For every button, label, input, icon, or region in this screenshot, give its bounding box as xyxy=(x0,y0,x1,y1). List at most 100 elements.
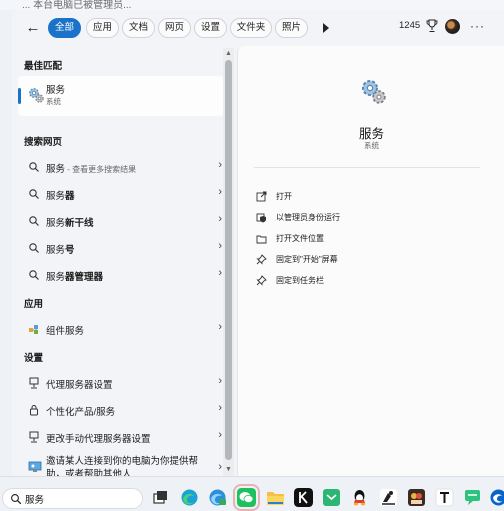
chevron-right-icon[interactable]: › xyxy=(218,321,222,333)
web-result-prefix: 服务 xyxy=(46,272,66,283)
app-skate-icon[interactable] xyxy=(379,488,398,507)
scroll-up-icon[interactable]: ▲ xyxy=(225,50,232,58)
app-label: 组件服务 xyxy=(46,326,85,337)
web-result-item[interactable]: 服务号 › xyxy=(18,237,224,259)
settings-label: 更改手动代理服务器设置 xyxy=(46,434,151,445)
divider xyxy=(254,167,480,168)
detail-pane: 服务 系统 打开 以管理员身份运行 打开文件位置 固定到"开始"屏幕 固定到任务… xyxy=(237,46,504,476)
search-panel: ← 全部 应用 文档 网页 设置 文件夹 照片 1245 ··· 最佳匹配 服务 xyxy=(12,10,504,476)
web-result-suffix: - 查看更多搜索结果 xyxy=(65,165,137,174)
chat-icon[interactable] xyxy=(463,488,482,507)
trophy-icon[interactable] xyxy=(426,19,438,33)
best-match-item[interactable]: 服务 系统 xyxy=(18,76,224,116)
settings-item[interactable]: 代理服务器设置 › xyxy=(18,372,224,394)
task-view-icon[interactable] xyxy=(151,488,170,507)
chevron-right-icon[interactable]: › xyxy=(218,461,222,473)
web-result-item[interactable]: 服务器管理器 › xyxy=(18,264,224,286)
settings-item[interactable]: 更改手动代理服务器设置 › xyxy=(18,426,224,448)
typora-icon[interactable] xyxy=(435,488,454,507)
remote-assist-icon xyxy=(28,461,42,472)
app-game-icon[interactable] xyxy=(407,488,426,507)
background-text: ... 本台电脑已被管理员... xyxy=(22,0,132,10)
edge-beta-icon[interactable] xyxy=(208,488,227,507)
chevron-right-icon[interactable]: › xyxy=(218,429,222,441)
tab-web[interactable]: 网页 xyxy=(158,18,191,38)
action-open[interactable]: 打开 xyxy=(256,188,476,206)
taskbar xyxy=(0,476,504,511)
qq-icon[interactable] xyxy=(350,488,369,507)
edge-icon[interactable] xyxy=(180,488,199,507)
back-button[interactable]: ← xyxy=(22,18,44,38)
app-edge-icon[interactable] xyxy=(489,488,504,507)
action-run-as-admin[interactable]: 以管理员身份运行 xyxy=(256,209,476,227)
apps-header: 应用 xyxy=(24,299,44,310)
tab-apps[interactable]: 应用 xyxy=(86,18,119,38)
web-result-bold: 器管理器 xyxy=(65,272,104,283)
web-result-prefix: 服务 xyxy=(46,164,66,175)
tab-folders[interactable]: 文件夹 xyxy=(230,18,272,38)
services-gear-icon xyxy=(362,80,386,104)
chevron-right-icon[interactable]: › xyxy=(218,159,222,171)
chevron-right-icon[interactable]: › xyxy=(218,267,222,279)
pin-icon xyxy=(256,275,267,286)
settings-label: 邀请某人连接到你的电脑为你提供帮助，或者帮助其他人 xyxy=(46,456,199,476)
search-icon xyxy=(29,216,39,226)
best-match-title: 服务 xyxy=(46,85,66,96)
wechat-icon[interactable] xyxy=(233,484,260,511)
pin-icon xyxy=(256,254,267,265)
taskbar-search[interactable] xyxy=(2,488,143,509)
component-services-icon xyxy=(29,325,38,334)
tab-all[interactable]: 全部 xyxy=(48,18,81,38)
kimi-icon[interactable] xyxy=(294,488,313,507)
rewards-points[interactable]: 1245 xyxy=(399,20,420,31)
background-window-strip: ... 本台电脑已被管理员... xyxy=(0,0,504,10)
settings-item[interactable]: 个性化产品/服务 › xyxy=(18,399,224,421)
chevron-right-icon[interactable]: › xyxy=(218,240,222,252)
action-label: 打开 xyxy=(276,192,292,201)
web-result-item[interactable]: 服务新干线 › xyxy=(18,210,224,232)
action-pin-to-taskbar[interactable]: 固定到任务栏 xyxy=(256,272,476,290)
web-result-prefix: 服务 xyxy=(46,218,66,229)
search-input[interactable] xyxy=(25,491,137,507)
search-icon xyxy=(29,162,39,172)
results-scrollbar[interactable]: ▲ ▼ xyxy=(223,48,234,476)
more-options-button[interactable]: ··· xyxy=(470,19,485,33)
open-icon xyxy=(256,191,267,202)
services-gear-icon xyxy=(29,88,44,103)
action-open-file-location[interactable]: 打开文件位置 xyxy=(256,230,476,248)
action-pin-to-start[interactable]: 固定到"开始"屏幕 xyxy=(256,251,476,269)
tab-photos[interactable]: 照片 xyxy=(275,18,308,38)
lock-icon xyxy=(30,405,38,416)
chevron-right-icon[interactable]: › xyxy=(218,402,222,414)
results-list: 最佳匹配 服务 系统 搜索网页 服务 - 查看更多搜索结果 › 服务器 › 服务… xyxy=(12,48,234,476)
selection-indicator xyxy=(18,88,21,104)
avatar[interactable] xyxy=(445,19,460,34)
action-label: 打开文件位置 xyxy=(276,234,324,243)
proxy-icon xyxy=(29,431,39,443)
scroll-down-icon[interactable]: ▼ xyxy=(225,466,232,474)
web-result-bold: 新干线 xyxy=(65,218,94,229)
settings-item[interactable]: 邀请某人连接到你的电脑为你提供帮助，或者帮助其他人 › xyxy=(18,453,224,476)
settings-label: 个性化产品/服务 xyxy=(46,407,116,418)
best-match-header: 最佳匹配 xyxy=(24,61,63,72)
play-icon[interactable] xyxy=(321,21,333,35)
app-item[interactable]: 组件服务 › xyxy=(18,318,224,340)
search-icon xyxy=(29,189,39,199)
web-result-prefix: 服务 xyxy=(46,191,66,202)
shield-icon xyxy=(256,213,266,223)
web-result-item[interactable]: 服务 - 查看更多搜索结果 › xyxy=(18,156,224,178)
tab-settings[interactable]: 设置 xyxy=(194,18,227,38)
app-green-icon[interactable] xyxy=(322,488,341,507)
chevron-right-icon[interactable]: › xyxy=(218,186,222,198)
action-label: 固定到任务栏 xyxy=(276,276,324,285)
search-icon xyxy=(29,243,39,253)
tab-documents[interactable]: 文档 xyxy=(122,18,155,38)
settings-label: 代理服务器设置 xyxy=(46,380,113,391)
file-explorer-icon[interactable] xyxy=(266,488,285,507)
web-result-item[interactable]: 服务器 › xyxy=(18,183,224,205)
proxy-icon xyxy=(29,377,39,389)
scrollbar-thumb[interactable] xyxy=(225,60,232,460)
chevron-right-icon[interactable]: › xyxy=(218,375,222,387)
chevron-right-icon[interactable]: › xyxy=(218,213,222,225)
folder-icon xyxy=(256,235,267,244)
